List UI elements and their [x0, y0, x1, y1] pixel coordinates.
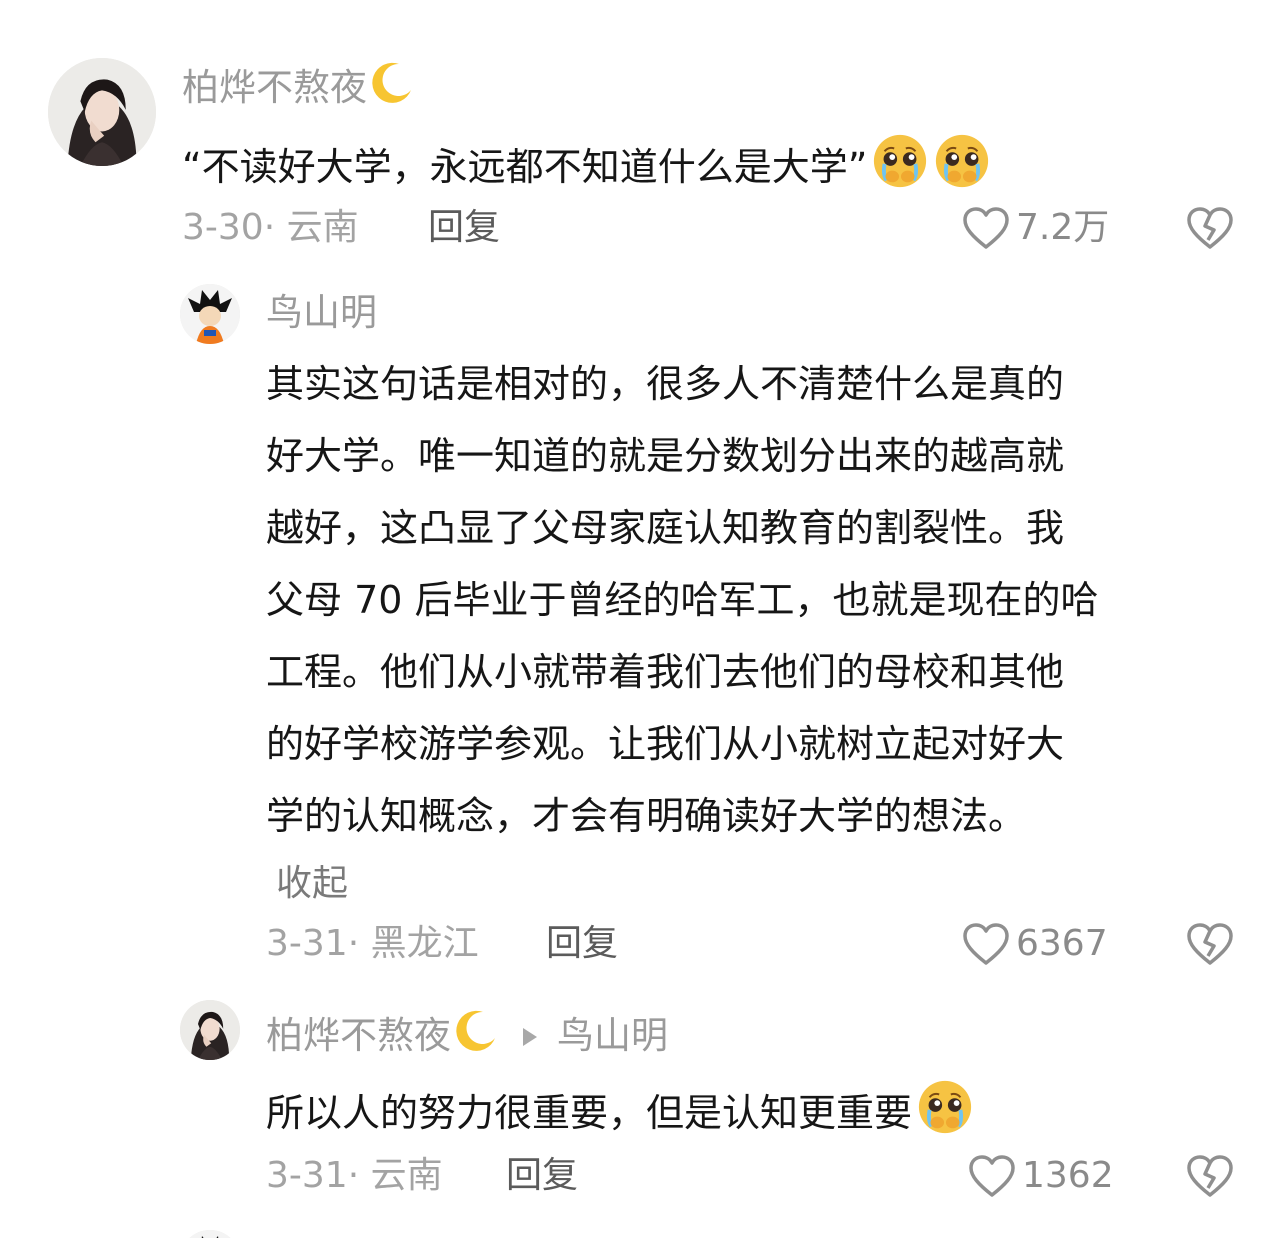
username-text: 柏烨不熬夜: [182, 66, 367, 109]
comment-date-location: 3-30· 云南: [182, 207, 359, 248]
reply-text-line: 父母 70 后毕业于曾经的哈军工，也就是现在的哈: [266, 578, 1099, 622]
collapse-button[interactable]: 收起: [276, 862, 348, 906]
broken-heart-icon[interactable]: [1186, 922, 1234, 966]
comment-username[interactable]: 柏烨不熬夜: [182, 60, 415, 111]
reply-button[interactable]: 回复: [546, 922, 618, 966]
pleading-face-icon: [916, 1078, 974, 1136]
reply-text-line: 其实这句话是相对的，很多人不清楚什么是真的: [266, 362, 1065, 406]
comment-text-content: “不读好大学，永远都不知道什么是大学”: [182, 145, 868, 189]
pleading-face-icon: [933, 132, 991, 190]
like-button[interactable]: 6367: [962, 922, 1108, 966]
username-text: 柏烨不熬夜: [266, 1014, 451, 1057]
reply-text-line: 工程。他们从小就带着我们去他们的母校和其他: [266, 650, 1065, 694]
reply-date-location: 3-31· 黑龙江: [266, 923, 479, 964]
heart-icon: [963, 923, 1009, 965]
broken-heart-icon[interactable]: [1186, 1154, 1234, 1198]
reply-button[interactable]: 回复: [506, 1154, 578, 1198]
avatar[interactable]: [180, 1000, 240, 1060]
reply-text: 其实这句话是相对的，很多人不清楚什么是真的 好大学。唯一知道的就是分数划分出来的…: [266, 348, 1241, 852]
reply-to-arrow-icon: [523, 1028, 537, 1046]
reply-text-line: 的好学校游学参观。让我们从小就树立起对好大: [266, 722, 1065, 766]
comment-thread: 柏烨不熬夜 “不读好大学，永远都不知道什么是大学” 3-30· 云南 回复 7.…: [0, 0, 1284, 1238]
heart-icon: [963, 207, 1009, 249]
avatar[interactable]: [48, 58, 156, 166]
crescent-moon-icon: [369, 60, 415, 106]
heart-icon: [969, 1155, 1015, 1197]
like-count: 7.2万: [1016, 207, 1110, 248]
avatar[interactable]: [180, 1230, 240, 1238]
like-button[interactable]: 1362: [968, 1154, 1114, 1198]
like-count: 6367: [1016, 923, 1108, 964]
reply-text-line: 好大学。唯一知道的就是分数划分出来的越高就: [266, 434, 1065, 478]
like-button[interactable]: 7.2万: [962, 206, 1109, 250]
reply-button[interactable]: 回复: [428, 206, 500, 250]
reply-username[interactable]: 鸟山明: [266, 290, 377, 336]
reply-text-line: 越好，这凸显了父母家庭认知教育的割裂性。我: [266, 506, 1065, 550]
pleading-face-icon: [871, 132, 929, 190]
comment-text: “不读好大学，永远都不知道什么是大学”: [182, 132, 991, 191]
avatar[interactable]: [180, 284, 240, 344]
reply-to-username[interactable]: 鸟山明: [557, 1014, 668, 1057]
broken-heart-icon[interactable]: [1186, 206, 1234, 250]
crescent-moon-icon: [453, 1008, 499, 1054]
reply-text: 所以人的努力很重要，但是认知更重要: [266, 1078, 974, 1137]
like-count: 1362: [1022, 1155, 1114, 1196]
reply-date-location: 3-31· 云南: [266, 1155, 443, 1196]
reply-text-content: 所以人的努力很重要，但是认知更重要: [266, 1091, 913, 1135]
reply-text-line: 学的认知概念，才会有明确读好大学的想法。: [266, 794, 1027, 838]
reply-username[interactable]: 柏烨不熬夜 鸟山明: [266, 1008, 668, 1059]
